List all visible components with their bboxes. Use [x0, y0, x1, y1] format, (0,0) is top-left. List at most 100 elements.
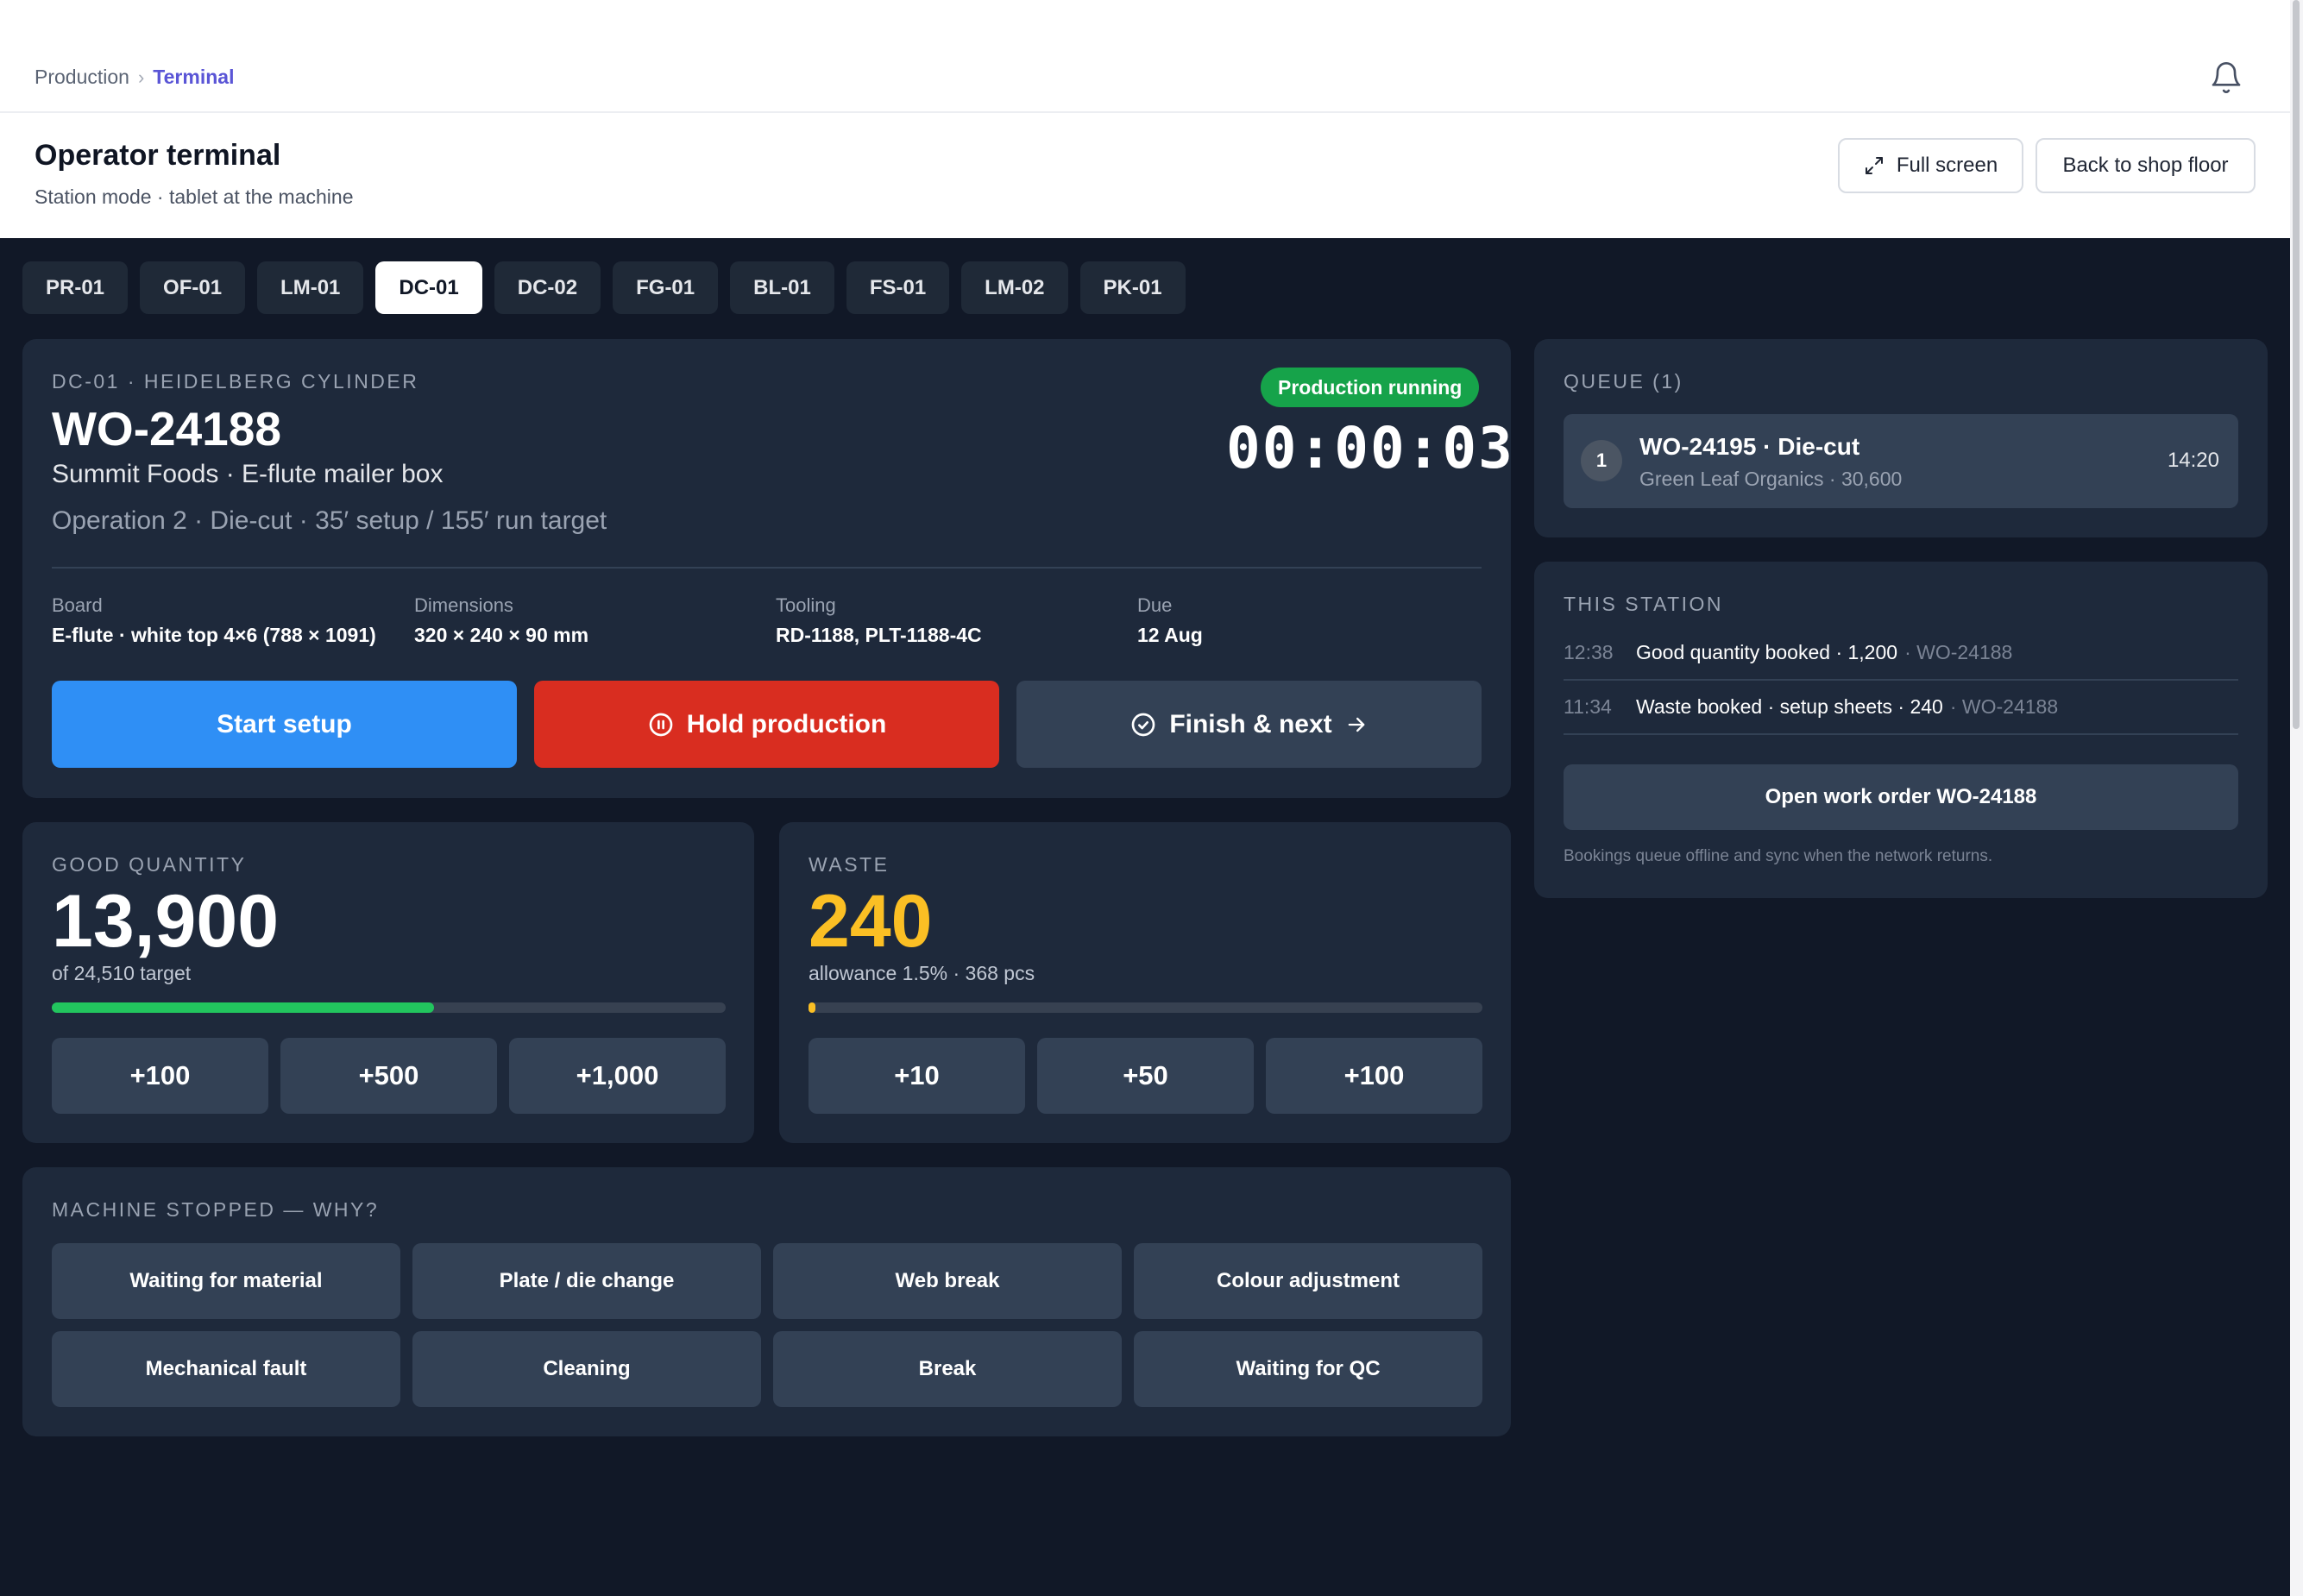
reason-plate-die-change[interactable]: Plate / die change [412, 1243, 761, 1319]
spec-board: Board E-flute · white top 4×6 (788 × 109… [52, 594, 376, 647]
good-progress-fill [52, 1002, 434, 1013]
waste-value: 240 [809, 880, 933, 963]
tab-station-pr-01[interactable]: PR-01 [22, 261, 129, 314]
scrollbar-thumb[interactable] [2293, 0, 2300, 729]
back-to-shop-floor-button[interactable]: Back to shop floor [2036, 138, 2256, 193]
waste-progress-bar [809, 1002, 1482, 1013]
pause-circle-icon [649, 713, 673, 736]
back-label: Back to shop floor [2062, 154, 2229, 177]
top-bar: Production › Terminal [0, 0, 2290, 113]
machine-label: DC-01 · Heidelberg Cylinder [52, 370, 419, 393]
stop-reasons-grid: Waiting for material Plate / die change … [52, 1243, 1482, 1407]
good-add-500-button[interactable]: +500 [280, 1038, 497, 1114]
start-setup-button[interactable]: Start setup [52, 681, 517, 768]
tab-station-dc-01[interactable]: DC-01 [375, 261, 482, 314]
reason-waiting-for-qc[interactable]: Waiting for QC [1134, 1331, 1482, 1407]
log-entry: 11:34 Waste booked · setup sheets · 240 … [1564, 681, 2238, 735]
page-subtitle: Station mode · tablet at the machine [35, 185, 354, 208]
waste-card: Waste 240 allowance 1.5% · 368 pcs +10 +… [779, 822, 1511, 1143]
reason-break[interactable]: Break [773, 1331, 1122, 1407]
tab-station-fs-01[interactable]: FS-01 [846, 261, 950, 314]
queue-item-subtitle: Green Leaf Organics · 30,600 [1639, 468, 1903, 490]
bell-icon[interactable] [2209, 60, 2243, 95]
tab-station-lm-01[interactable]: LM-01 [257, 261, 364, 314]
breadcrumb-terminal: Terminal [153, 66, 235, 88]
breadcrumb-separator: › [137, 66, 145, 88]
spec-label: Dimensions [414, 594, 513, 616]
log-time: 11:34 [1564, 695, 1612, 718]
offline-note: Bookings queue offline and sync when the… [1564, 847, 1993, 865]
full-screen-label: Full screen [1896, 154, 1998, 177]
status-badge: Production running [1261, 368, 1480, 407]
spec-label: Board [52, 594, 103, 616]
spec-value: E-flute · white top 4×6 (788 × 1091) [52, 624, 376, 646]
spec-value: 12 Aug [1137, 624, 1203, 646]
tab-station-lm-02[interactable]: LM-02 [961, 261, 1068, 314]
log-entry: 12:38 Good quantity booked · 1,200 · WO-… [1564, 626, 2238, 681]
station-tabs: PR-01 OF-01 LM-01 DC-01 DC-02 FG-01 BL-0… [22, 261, 1186, 314]
waste-add-100-button[interactable]: +100 [1266, 1038, 1482, 1114]
tab-station-bl-01[interactable]: BL-01 [730, 261, 834, 314]
good-progress-bar [52, 1002, 726, 1013]
queue-position-badge: 1 [1581, 440, 1622, 481]
reason-waiting-for-material[interactable]: Waiting for material [52, 1243, 400, 1319]
waste-add-10-button[interactable]: +10 [809, 1038, 1025, 1114]
waste-add-50-button[interactable]: +50 [1037, 1038, 1254, 1114]
log-reference: · WO-24188 [1904, 641, 2013, 663]
tab-station-fg-01[interactable]: FG-01 [613, 261, 719, 314]
queue-card: Queue (1) 1 WO-24195 · Die-cut Green Lea… [1534, 339, 2268, 537]
stop-reasons-card: Machine stopped — why? Waiting for mater… [22, 1167, 1511, 1436]
breadcrumb: Production › Terminal [35, 66, 234, 89]
queue-item-title: WO-24195 · Die-cut [1639, 433, 1860, 460]
page-title: Operator terminal [35, 139, 281, 172]
customer-product: Summit Foods · E-flute mailer box [52, 460, 444, 488]
breadcrumb-production[interactable]: Production [35, 66, 129, 89]
station-log-label: This station [1564, 593, 1724, 615]
finish-next-button[interactable]: Finish & next [1016, 681, 1482, 768]
good-target: of 24,510 target [52, 962, 192, 984]
spec-value: 320 × 240 × 90 mm [414, 624, 589, 646]
arrow-right-icon [1348, 717, 1365, 732]
waste-increments: +10 +50 +100 [809, 1038, 1482, 1114]
hold-production-button[interactable]: Hold production [534, 681, 999, 768]
spec-value: RD-1188, PLT-1188-4C [776, 624, 982, 646]
good-quantity-label: Good quantity [52, 853, 247, 876]
reason-colour-adjustment[interactable]: Colour adjustment [1134, 1243, 1482, 1319]
page-header: Operator terminal Station mode · tablet … [0, 113, 2290, 238]
full-screen-button[interactable]: Full screen [1838, 138, 2023, 193]
queue-label: Queue (1) [1564, 370, 1683, 393]
station-log-card: This station 12:38 Good quantity booked … [1534, 562, 2268, 898]
waste-allowance: allowance 1.5% · 368 pcs [809, 962, 1035, 984]
good-quantity-value: 13,900 [52, 880, 280, 963]
expand-icon [1865, 157, 1883, 174]
start-setup-label: Start setup [217, 709, 352, 738]
spec-dimensions: Dimensions 320 × 240 × 90 mm [414, 594, 588, 647]
spec-tooling: Tooling RD-1188, PLT-1188-4C [776, 594, 982, 647]
log-time: 12:38 [1564, 641, 1614, 663]
reason-web-break[interactable]: Web break [773, 1243, 1122, 1319]
reason-mechanical-fault[interactable]: Mechanical fault [52, 1331, 400, 1407]
queue-item[interactable]: 1 WO-24195 · Die-cut Green Leaf Organics… [1564, 414, 2238, 508]
divider [52, 567, 1482, 569]
spec-label: Tooling [776, 594, 836, 616]
operation-line: Operation 2 · Die-cut · 35′ setup / 155′… [52, 506, 607, 535]
tab-station-dc-02[interactable]: DC-02 [494, 261, 601, 314]
spec-label: Due [1137, 594, 1173, 616]
good-quantity-card: Good quantity 13,900 of 24,510 target +1… [22, 822, 754, 1143]
tab-station-of-01[interactable]: OF-01 [140, 261, 246, 314]
spec-due: Due 12 Aug [1137, 594, 1203, 647]
check-circle-icon [1131, 713, 1155, 736]
work-order-number: WO-24188 [52, 402, 281, 456]
good-add-100-button[interactable]: +100 [52, 1038, 268, 1114]
job-card: DC-01 · Heidelberg Cylinder WO-24188 Sum… [22, 339, 1513, 798]
hold-production-label: Hold production [686, 709, 887, 738]
good-add-1000-button[interactable]: +1,000 [509, 1038, 726, 1114]
stop-reasons-label: Machine stopped — why? [52, 1198, 380, 1221]
log-reference: · WO-24188 [1949, 695, 2059, 718]
waste-label: Waste [809, 853, 890, 876]
open-work-order-button[interactable]: Open work order WO-24188 [1564, 764, 2238, 830]
tab-station-pk-01[interactable]: PK-01 [1079, 261, 1186, 314]
waste-progress-fill [809, 1002, 815, 1013]
log-message: Good quantity booked · 1,200 [1636, 641, 1898, 663]
reason-cleaning[interactable]: Cleaning [412, 1331, 761, 1407]
